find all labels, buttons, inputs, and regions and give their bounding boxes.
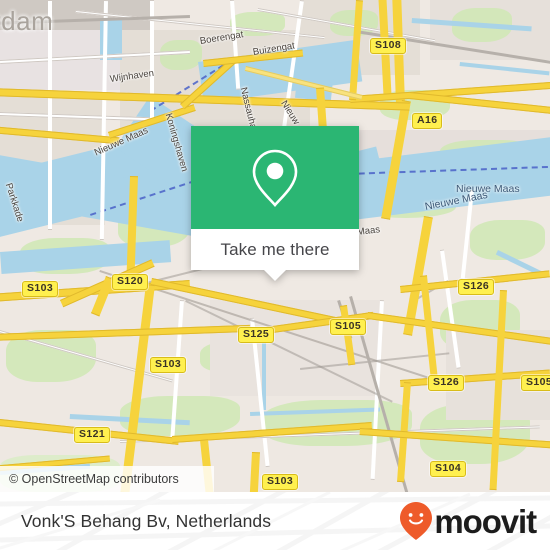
road-shield: S103: [150, 357, 187, 373]
moovit-wordmark: moovit: [434, 502, 537, 540]
map-city-label: rdam: [0, 6, 54, 36]
road-shield: S108: [370, 38, 407, 54]
road-shield: S103: [22, 281, 59, 297]
callout-header: [191, 126, 359, 229]
map-water-canal: [459, 62, 550, 76]
road-shield: A16: [412, 113, 443, 129]
moovit-map-screenshot: rdam BoerengatBuizengatWijnhavenNassauha…: [0, 0, 550, 550]
moovit-logo[interactable]: moovit: [399, 501, 537, 541]
road-shield: S120: [112, 274, 149, 290]
place-name-label: Vonk'S Behang Bv, Netherlands: [21, 510, 272, 531]
street-label: Maas: [356, 224, 381, 238]
road-shield: S105: [330, 319, 367, 335]
take-me-there-label: Take me there: [220, 239, 330, 259]
callout-pointer: [264, 270, 286, 281]
take-me-there-callout[interactable]: Take me there: [191, 126, 359, 281]
road-shield: S103: [262, 474, 299, 490]
map-canvas[interactable]: rdam BoerengatBuizengatWijnhavenNassauha…: [0, 0, 550, 492]
map-water-harbour: [294, 50, 336, 102]
attribution-text: © OpenStreetMap contributors: [9, 472, 179, 486]
map-attribution[interactable]: © OpenStreetMap contributors: [0, 466, 214, 492]
road-shield: S121: [74, 427, 111, 443]
location-pin-icon: [252, 149, 298, 207]
callout-footer[interactable]: Take me there: [191, 229, 359, 270]
road-shield: S125: [238, 327, 275, 343]
moovit-smiling-pin-icon: [400, 502, 433, 540]
road-shield: S126: [428, 375, 465, 391]
road-shield: S104: [430, 461, 467, 477]
road-shield: S126: [458, 279, 495, 295]
road-shield: S105: [521, 375, 550, 391]
footer-bar: Vonk'S Behang Bv, Netherlands moovit: [0, 492, 550, 550]
